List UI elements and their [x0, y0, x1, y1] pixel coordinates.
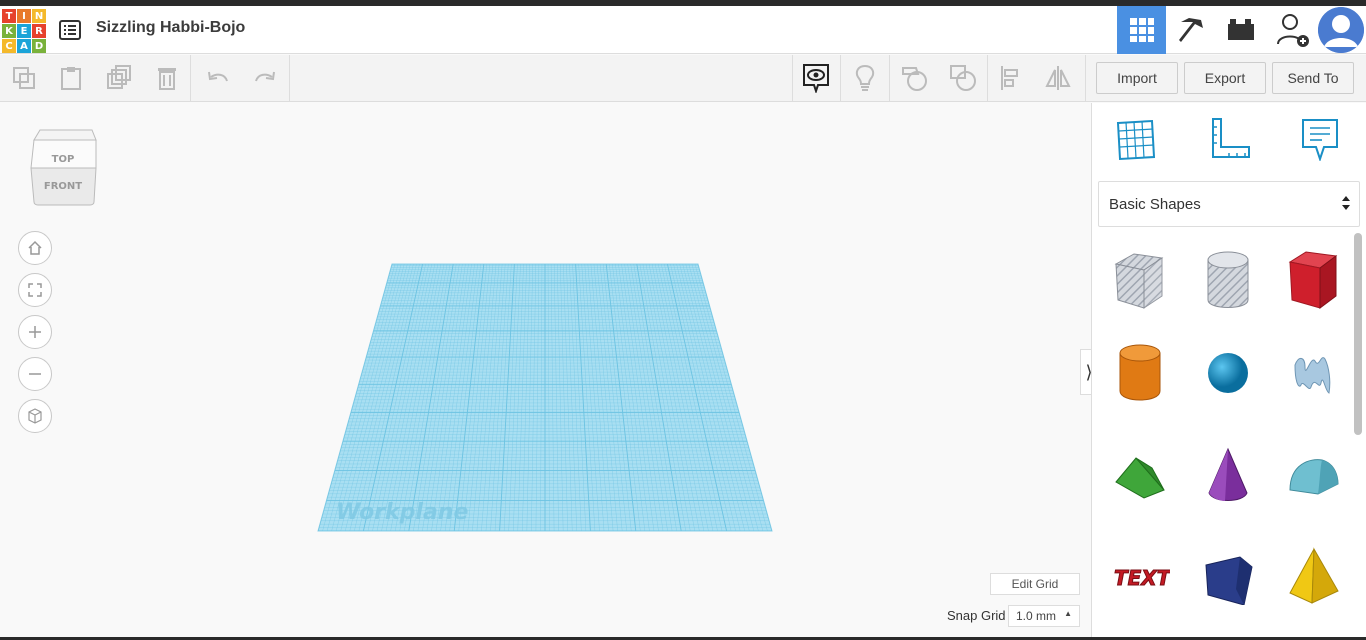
- toolbar-divider: [289, 55, 290, 102]
- logo-letter: I: [17, 9, 31, 23]
- caret-up-icon: ▲: [1064, 609, 1072, 618]
- lego-bricks-button[interactable]: [1216, 6, 1265, 54]
- wedge-shape[interactable]: [1196, 543, 1260, 607]
- shapes-scrollbar[interactable]: [1354, 233, 1362, 435]
- logo-letter: D: [32, 39, 46, 53]
- plus-icon: [29, 326, 41, 338]
- 3d-design-view-button[interactable]: [1117, 6, 1166, 54]
- perspective-cube-icon: [28, 408, 42, 424]
- sphere-shape[interactable]: [1196, 341, 1260, 405]
- viewcube-front-label: FRONT: [44, 181, 82, 192]
- toolbar-divider: [792, 55, 793, 102]
- lightbulb-icon[interactable]: [850, 63, 880, 93]
- notes-visibility-icon[interactable]: [801, 63, 831, 93]
- shape-category-select[interactable]: Basic Shapes: [1098, 181, 1360, 227]
- invite-user-button[interactable]: [1268, 6, 1317, 54]
- logo-letter: N: [32, 9, 46, 23]
- text-shape[interactable]: TEXT: [1108, 543, 1172, 607]
- workplane-label: Workplane: [336, 500, 468, 525]
- redo-icon[interactable]: [250, 63, 280, 93]
- minus-icon: [29, 373, 41, 375]
- mirror-icon[interactable]: [1043, 63, 1073, 93]
- toolbar-divider: [987, 55, 988, 102]
- ruler-tool-button[interactable]: [1205, 115, 1253, 163]
- workplane-grid[interactable]: Workplane: [316, 263, 776, 540]
- header-bar: TIN KER CAD Sizzling Habbi-Bojo: [0, 6, 1366, 54]
- design-title[interactable]: Sizzling Habbi-Bojo: [96, 19, 245, 37]
- scribble-shape[interactable]: [1282, 341, 1346, 405]
- toolbar-divider: [190, 55, 191, 102]
- home-view-button[interactable]: [18, 231, 52, 265]
- edit-toolbar: Import Export Send To: [0, 55, 1366, 102]
- pickaxe-icon: [1178, 18, 1203, 42]
- logo-letter: K: [2, 24, 16, 38]
- workplane-tool-button[interactable]: [1112, 115, 1160, 163]
- cylinder-hole-shape[interactable]: [1196, 248, 1260, 312]
- undo-icon[interactable]: [203, 63, 233, 93]
- pyramid-shape[interactable]: [1282, 543, 1346, 607]
- text-shape-glyph: TEXT: [1114, 566, 1170, 590]
- edit-grid-button[interactable]: Edit Grid: [990, 573, 1080, 595]
- 3d-viewport[interactable]: TOP FRONT Workplane Edit Grid Snap Grid …: [0, 103, 1098, 640]
- delete-icon[interactable]: [152, 63, 182, 93]
- notes-tool-button[interactable]: [1296, 115, 1344, 163]
- view-cube[interactable]: TOP FRONT: [30, 128, 100, 213]
- roof-shape[interactable]: [1108, 443, 1172, 507]
- duplicate-icon[interactable]: [104, 63, 134, 93]
- user-avatar[interactable]: [1318, 7, 1364, 53]
- ungroup-icon[interactable]: [948, 63, 978, 93]
- add-user-icon: [1276, 14, 1309, 47]
- logo-letter: R: [32, 24, 46, 38]
- snap-grid-label: Snap Grid: [947, 608, 1006, 623]
- align-icon[interactable]: [996, 63, 1026, 93]
- tinkercad-logo[interactable]: TIN KER CAD: [2, 9, 46, 53]
- export-button[interactable]: Export: [1184, 62, 1266, 94]
- minecraft-button[interactable]: [1166, 6, 1215, 54]
- toolbar-divider: [889, 55, 890, 102]
- zoom-out-button[interactable]: [18, 357, 52, 391]
- shapes-panel: Basic Shapes TEXT: [1091, 103, 1366, 640]
- toolbar-divider: [1085, 55, 1086, 102]
- snap-grid-select[interactable]: 1.0 mm ▲: [1008, 605, 1080, 627]
- box-shape[interactable]: [1282, 248, 1346, 312]
- round-roof-shape[interactable]: [1282, 443, 1346, 507]
- logo-letter: A: [17, 39, 31, 53]
- viewcube-top-label: TOP: [52, 154, 75, 165]
- paste-icon[interactable]: [56, 63, 86, 93]
- avatar-icon: [1318, 7, 1364, 53]
- toolbar-divider: [840, 55, 841, 102]
- fit-view-button[interactable]: [18, 273, 52, 307]
- select-arrows-icon: [1341, 194, 1351, 216]
- logo-letter: C: [2, 39, 16, 53]
- grid-icon: [1129, 18, 1154, 42]
- box-hole-shape[interactable]: [1108, 248, 1172, 312]
- design-menu-icon[interactable]: [58, 18, 82, 42]
- logo-letter: T: [2, 9, 16, 23]
- zoom-in-button[interactable]: [18, 315, 52, 349]
- group-icon[interactable]: [899, 63, 929, 93]
- perspective-toggle-button[interactable]: [18, 399, 52, 433]
- logo-letter: E: [17, 24, 31, 38]
- cone-shape[interactable]: [1196, 443, 1260, 507]
- ruler-icon: [1212, 118, 1250, 158]
- copy-icon[interactable]: [9, 63, 39, 93]
- home-icon: [28, 240, 42, 255]
- note-icon: [1302, 119, 1338, 161]
- cylinder-shape[interactable]: [1108, 341, 1172, 405]
- import-button[interactable]: Import: [1096, 62, 1178, 94]
- workplane-icon: [1116, 119, 1156, 161]
- shape-category-label: Basic Shapes: [1109, 195, 1201, 213]
- brick-icon: [1227, 19, 1254, 40]
- send-to-button[interactable]: Send To: [1272, 62, 1354, 94]
- snap-grid-value: 1.0 mm: [1016, 609, 1057, 623]
- fit-view-icon: [28, 283, 42, 297]
